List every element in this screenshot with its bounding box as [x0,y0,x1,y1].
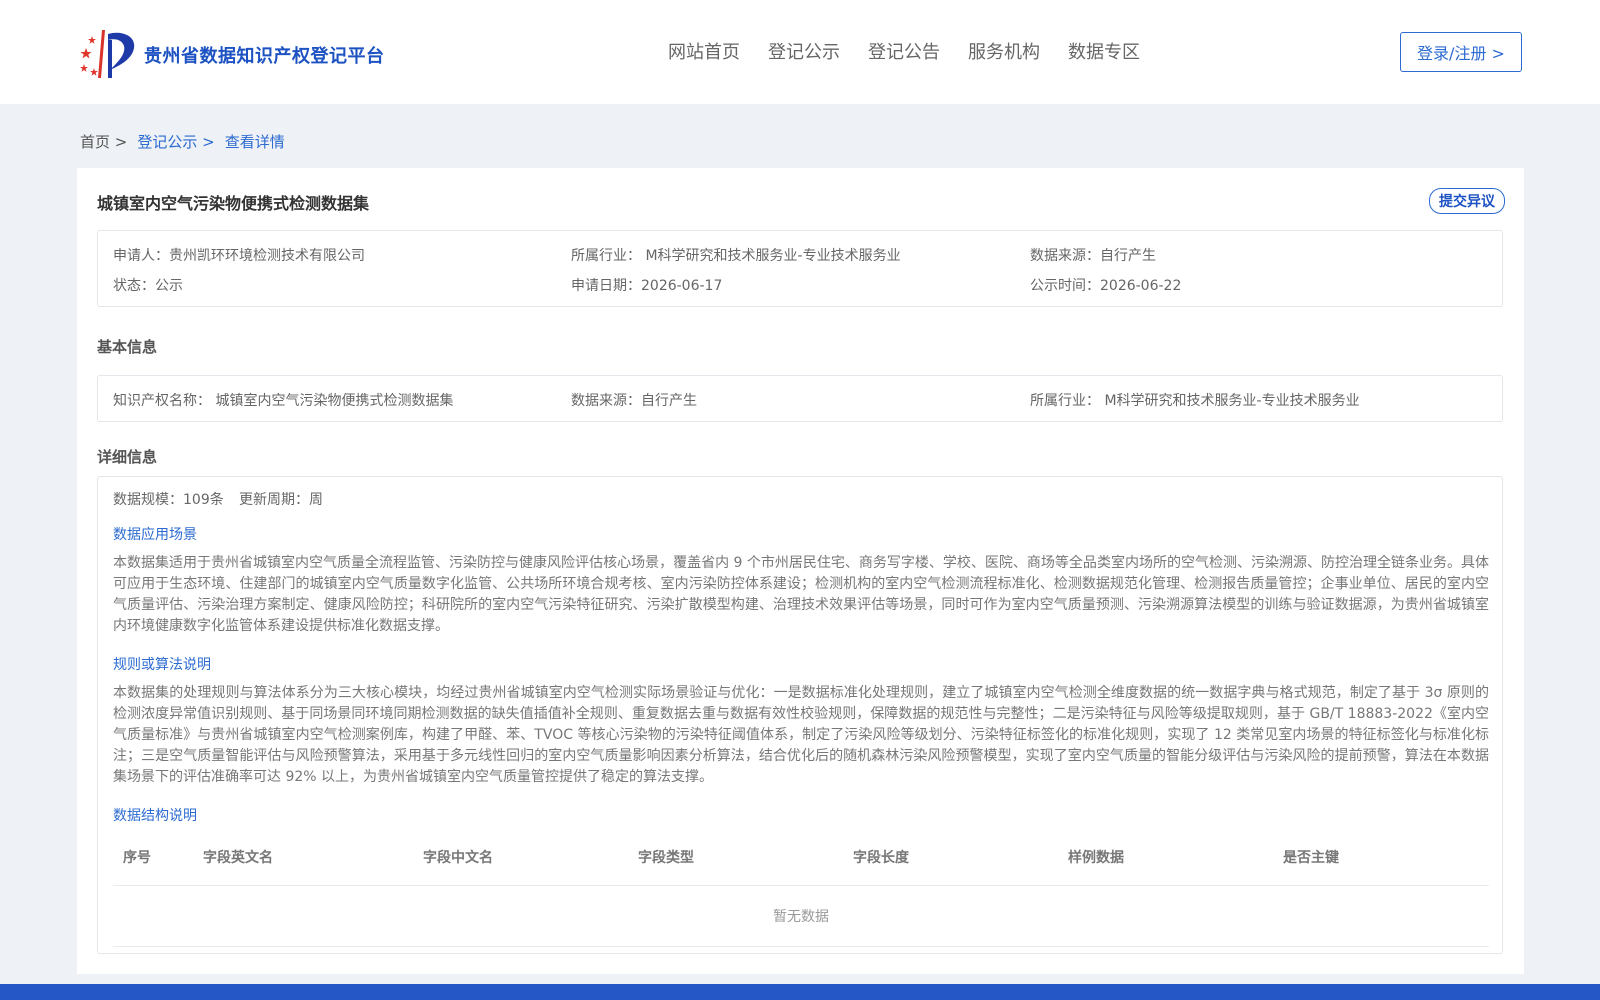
basic-info-box: 知识产权名称： 城镇室内空气污染物便携式检测数据集 数据来源：自行产生 所属行业… [97,375,1503,422]
scenario-heading: 数据应用场景 [113,527,197,543]
table-header-row: 序号 字段英文名 字段中文名 字段类型 字段长度 样例数据 是否主键 [113,829,1489,886]
nav-registration-publicity[interactable]: 登记公示 [768,38,840,64]
apply-date-field: 申请日期：2026-06-17 [571,278,723,294]
source-field: 数据来源：自行产生 [1030,248,1156,264]
nav-data-zone[interactable]: 数据专区 [1068,38,1140,64]
main-nav: 网站首页 登记公示 登记公告 服务机构 数据专区 [668,38,1140,64]
rules-heading: 规则或算法说明 [113,657,211,673]
breadcrumb: 首页 > 登记公示 > 查看详情 [80,131,285,152]
site-title: 贵州省数据知识产权登记平台 [144,46,385,67]
structure-heading: 数据结构说明 [113,808,197,824]
submit-objection-button[interactable]: 提交异议 [1429,188,1505,214]
scenario-text: 本数据集适用于贵州省城镇室内空气质量全流程监管、污染防控与健康风险评估核心场景，… [113,555,1489,634]
data-structure-table: 序号 字段英文名 字段中文名 字段类型 字段长度 样例数据 是否主键 暂无数据 [113,829,1489,947]
basic-source-field: 数据来源：自行产生 [571,393,697,409]
rules-text: 本数据集的处理规则与算法体系分为三大核心模块，均经过贵州省城镇室内空气检测实际场… [113,685,1489,785]
site-footer [0,984,1600,1000]
nav-service-agencies[interactable]: 服务机构 [968,38,1040,64]
col-sample-data: 样例数据 [1058,829,1273,886]
nav-registration-announcement[interactable]: 登记公告 [868,38,940,64]
breadcrumb-home[interactable]: 首页 > [80,131,127,152]
login-register-button[interactable]: 登录/注册 > [1400,32,1522,72]
col-english-name: 字段英文名 [193,829,413,886]
industry-field: 所属行业： M科学研究和技术服务业-专业技术服务业 [571,248,901,264]
summary-box: 申请人：贵州凯环环境检测技术有限公司 所属行业： M科学研究和技术服务业-专业技… [97,230,1503,307]
nav-home[interactable]: 网站首页 [668,38,740,64]
breadcrumb-current: 查看详情 [224,133,285,151]
col-primary-key: 是否主键 [1273,829,1489,886]
col-field-length: 字段长度 [843,829,1058,886]
detail-card: 城镇室内空气污染物便携式检测数据集 提交异议 申请人：贵州凯环环境检测技术有限公… [77,168,1524,974]
detail-info-heading: 详细信息 [97,448,158,466]
stars-flag-logo-icon[interactable] [78,26,138,80]
publish-date-field: 公示时间：2026-06-22 [1030,278,1182,294]
ip-name-field: 知识产权名称： 城镇室内空气污染物便携式检测数据集 [113,393,454,409]
breadcrumb-publicity[interactable]: 登记公示 > [137,131,214,152]
page-title: 城镇室内空气污染物便携式检测数据集 [97,194,370,213]
site-header: 贵州省数据知识产权登记平台 网站首页 登记公示 登记公告 服务机构 数据专区 登… [0,0,1600,104]
table-row: 暂无数据 [113,885,1489,947]
basic-industry-field: 所属行业： M科学研究和技术服务业-专业技术服务业 [1030,393,1360,409]
col-chinese-name: 字段中文名 [413,829,628,886]
col-field-type: 字段类型 [628,829,843,886]
data-scale-field: 数据规模：109条 [113,492,224,508]
update-cycle-field: 更新周期：周 [239,492,323,508]
detail-info-box: 数据规模：109条 更新周期：周 数据应用场景 本数据集适用于贵州省城镇室内空气… [97,476,1503,954]
col-index: 序号 [113,829,193,886]
empty-state: 暂无数据 [113,885,1489,947]
status-field: 状态：公示 [113,278,183,294]
basic-info-heading: 基本信息 [97,338,158,356]
applicant-field: 申请人：贵州凯环环境检测技术有限公司 [113,248,365,264]
